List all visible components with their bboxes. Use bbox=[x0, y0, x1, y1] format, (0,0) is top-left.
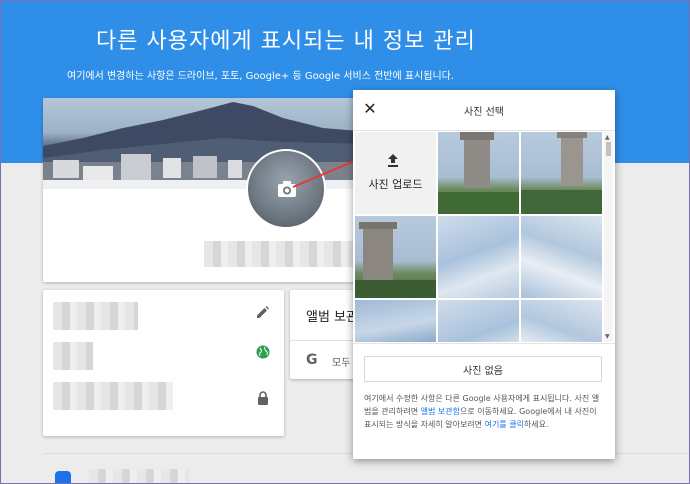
photo-thumbnail-image bbox=[438, 132, 519, 214]
upload-photo-label: 사진 업로드 bbox=[368, 178, 423, 191]
info-row-redacted bbox=[53, 302, 138, 330]
info-row-redacted bbox=[53, 342, 93, 370]
globe-icon[interactable] bbox=[256, 345, 270, 359]
info-row-redacted bbox=[53, 382, 173, 410]
photo-thumbnail[interactable] bbox=[438, 216, 519, 298]
shield-icon bbox=[55, 471, 71, 483]
dialog-divider bbox=[353, 130, 615, 131]
screenshot-frame: 다른 사용자에게 표시되는 내 정보 관리 여기에서 변경하는 사항은 드라이브… bbox=[0, 0, 690, 484]
photo-grid: 사진 업로드 bbox=[355, 132, 603, 342]
pencil-icon[interactable] bbox=[256, 305, 270, 319]
google-g-icon: G bbox=[306, 352, 318, 368]
photo-thumbnail[interactable] bbox=[521, 300, 602, 342]
no-photo-button[interactable]: 사진 없음 bbox=[364, 356, 602, 382]
scroll-down-icon[interactable]: ▼ bbox=[605, 333, 610, 340]
photo-thumbnail[interactable] bbox=[521, 216, 602, 298]
photo-thumbnail[interactable] bbox=[521, 132, 602, 214]
photo-thumbnail[interactable] bbox=[438, 300, 519, 342]
scroll-thumb[interactable] bbox=[606, 142, 611, 156]
section-label-redacted bbox=[89, 469, 189, 483]
page-title: 다른 사용자에게 표시되는 내 정보 관리 bbox=[96, 29, 476, 54]
learn-more-link[interactable]: 여기를 클릭 bbox=[485, 420, 524, 429]
page-subtitle: 여기에서 변경하는 사항은 드라이브, 포토, Google+ 등 Google… bbox=[67, 71, 455, 82]
dialog-title: 사진 선택 bbox=[464, 107, 504, 118]
upload-icon bbox=[388, 154, 398, 167]
photo-thumbnail-image bbox=[521, 132, 602, 214]
upload-photo-tile[interactable]: 사진 업로드 bbox=[355, 132, 436, 214]
profile-card bbox=[43, 98, 371, 282]
album-archive-link[interactable]: 앨범 보관함 bbox=[421, 407, 460, 416]
photo-thumbnail[interactable] bbox=[438, 132, 519, 214]
profile-name-redacted bbox=[204, 241, 364, 267]
photo-thumbnail[interactable] bbox=[355, 216, 436, 298]
photo-thumbnail[interactable] bbox=[355, 300, 436, 342]
dialog-divider bbox=[353, 343, 615, 344]
dialog-help-text: 여기에서 수정한 사항은 다른 Google 사용자에게 표시됩니다. 사진 앨… bbox=[364, 392, 606, 431]
profile-avatar[interactable] bbox=[246, 149, 326, 229]
scroll-up-icon[interactable]: ▲ bbox=[605, 134, 610, 141]
help-text-part: 하세요. bbox=[523, 420, 549, 429]
photo-thumbnail-image bbox=[355, 222, 436, 298]
photo-picker-dialog: ✕ 사진 선택 사진 업로드 ▲ ▼ 사진 없음 여기에서 수정한 사항은 다른… bbox=[353, 90, 615, 459]
camera-icon bbox=[278, 181, 296, 197]
photo-grid-scrollbar[interactable]: ▲ ▼ bbox=[604, 132, 613, 342]
lock-icon[interactable] bbox=[256, 391, 270, 405]
contact-info-card bbox=[43, 290, 284, 436]
